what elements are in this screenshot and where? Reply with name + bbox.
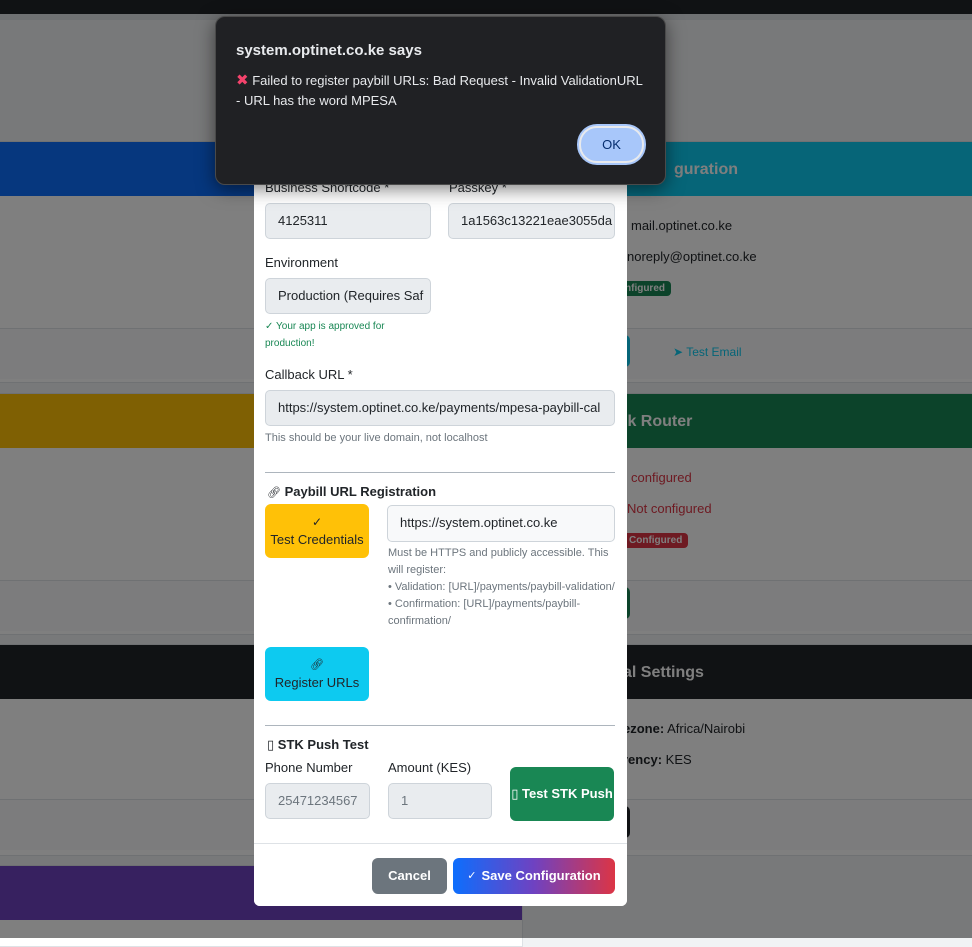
callback-label: Callback URL * [265,367,353,382]
stk-section-label: STK Push Test [277,737,369,752]
environment-approved-hint: ✓ Your app is approved for production! [265,318,415,352]
phone-icon: ▯ [511,786,519,801]
alert-message: ✖ Failed to register paybill URLs: Bad R… [236,71,646,111]
passkey-input[interactable]: 1a1563c13221eae3055da [448,203,615,239]
phone-label: Phone Number [265,760,353,775]
callback-url-input[interactable]: https://system.optinet.co.ke/payments/mp… [265,390,615,426]
domain-hint-line2: • Validation: [URL]/payments/paybill-val… [388,581,615,593]
save-configuration-button[interactable]: ✓ Save Configuration [453,858,615,894]
environment-label: Environment [265,255,338,270]
check-icon: ✓ [467,870,477,882]
alert-ok-button[interactable]: OK [579,126,644,163]
paybill-section-title: 🔗︎ Paybill URL Registration [267,484,436,499]
browser-alert-dialog: system.optinet.co.ke says ✖ Failed to re… [215,16,666,185]
check-circle-icon: ✓ [311,515,323,529]
alert-title: system.optinet.co.ke says [236,42,422,59]
phone-input[interactable]: 25471234567 [265,783,370,819]
cross-mark-icon: ✖ [236,72,249,89]
link-icon: 🔗︎ [310,659,324,671]
mpesa-config-modal: Business Shortcode * 4125311 Passkey * 1… [254,150,627,906]
domain-hint-line1: Must be HTTPS and publicly accessible. T… [388,547,609,576]
register-urls-label: Register URLs [274,675,360,690]
domain-hint: Must be HTTPS and publicly accessible. T… [388,545,616,630]
paybill-section-label: Paybill URL Registration [284,484,437,499]
divider-paybill [265,472,615,473]
domain-url-input[interactable]: https://system.optinet.co.ke [387,505,615,542]
test-credentials-label: Test Credentials [270,532,364,547]
test-stk-content: ▯ Test STK Push [511,785,613,803]
callback-hint: This should be your live domain, not loc… [265,432,488,444]
phone-icon: ▯ [267,737,275,752]
test-credentials-button[interactable]: ✓ Test Credentials [265,504,369,558]
test-stk-label: Test STK Push [522,786,613,801]
environment-select[interactable]: Production (Requires Saf [265,278,431,314]
domain-hint-line3: • Confirmation: [URL]/payments/paybill-c… [388,598,581,627]
environment-approved-text: Your app is approved for production! [265,321,385,349]
amount-label: Amount (KES) [388,760,472,775]
modal-footer: Cancel ✓ Save Configuration [254,843,627,906]
save-configuration-label: Save Configuration [481,868,601,883]
register-urls-button[interactable]: 🔗︎ Register URLs [265,647,369,701]
shortcode-input[interactable]: 4125311 [265,203,431,239]
stk-section-title: ▯ STK Push Test [267,737,369,753]
link-icon: 🔗︎ [267,487,281,499]
alert-message-text: Failed to register paybill URLs: Bad Req… [236,73,643,108]
cancel-button[interactable]: Cancel [372,858,447,894]
divider-stk [265,725,615,726]
check-circle-icon: ✓ [265,321,274,332]
amount-input[interactable]: 1 [388,783,492,819]
test-stk-push-button[interactable]: ▯ Test STK Push [510,767,614,821]
